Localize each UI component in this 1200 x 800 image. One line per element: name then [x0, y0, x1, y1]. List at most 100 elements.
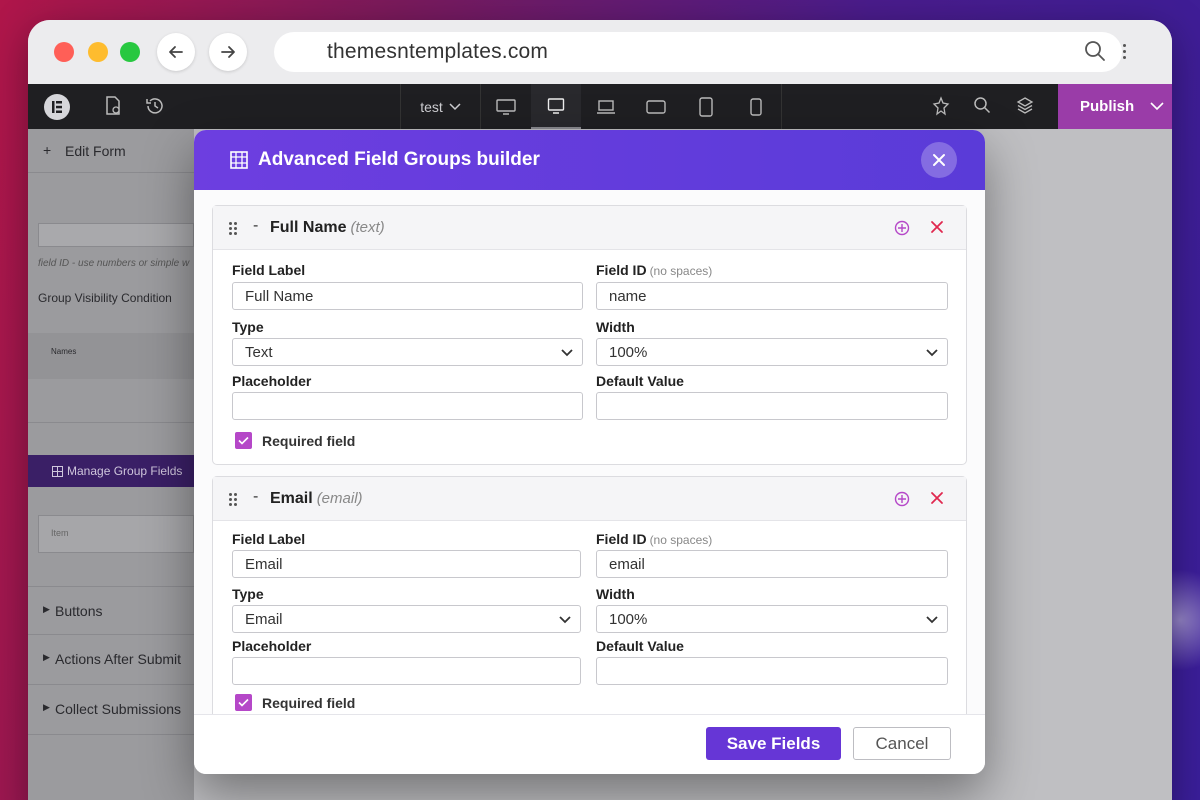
site-settings-icon[interactable]	[931, 96, 951, 121]
required-checkbox[interactable]	[235, 694, 252, 711]
drag-handle-icon[interactable]	[229, 493, 237, 506]
browser-menu-icon[interactable]	[1123, 44, 1127, 62]
width-select-value: 100%	[609, 610, 648, 628]
modal-body[interactable]: - Full Name (text) Field Label Full Name …	[194, 190, 985, 714]
default-value-input[interactable]	[596, 657, 948, 685]
required-checkbox[interactable]	[235, 432, 252, 449]
grid-icon	[52, 465, 63, 477]
section-label: Collect Submissions	[55, 701, 182, 717]
section-actions-after-submit[interactable]: ▶ Actions After Submit	[28, 635, 194, 685]
field-id-input[interactable]: name	[596, 282, 948, 310]
side-panel: + Edit Form field ID - use numbers or si…	[28, 129, 194, 800]
modal-header: Advanced Field Groups builder	[194, 130, 985, 190]
widescreen-icon	[496, 98, 516, 115]
side-panel-spacer	[28, 379, 194, 423]
tablet-icon	[699, 96, 713, 117]
device-desktop[interactable]	[531, 84, 581, 129]
section-label: Actions After Submit	[55, 651, 182, 667]
drag-handle-icon[interactable]	[229, 222, 237, 235]
duplicate-icon[interactable]	[894, 491, 910, 507]
field-card-header[interactable]: - Email (email)	[213, 477, 966, 521]
finder-search-icon[interactable]	[973, 96, 991, 119]
field-card-title: Full Name (text)	[270, 219, 385, 237]
placeholder-input[interactable]	[232, 657, 581, 685]
caret-right-icon: ▶	[43, 604, 50, 614]
page-dropdown-label: test	[420, 98, 443, 115]
modal-footer: Save Fields Cancel	[194, 714, 985, 774]
field-label-input[interactable]: Full Name	[232, 282, 583, 310]
structure-layers-icon[interactable]	[1016, 96, 1034, 119]
elementor-topbar: test Publish	[28, 84, 1172, 129]
device-laptop[interactable]	[581, 84, 631, 129]
required-label: Required field	[262, 433, 356, 449]
close-window-button[interactable]	[54, 42, 74, 62]
type-select[interactable]: Text	[232, 338, 583, 366]
field-id-caption-text: Field ID	[596, 531, 647, 547]
names-label: Names	[51, 347, 77, 356]
maximize-window-button[interactable]	[120, 42, 140, 62]
device-switcher	[480, 84, 782, 129]
placeholder-caption: Placeholder	[232, 638, 312, 654]
back-button[interactable]	[157, 33, 195, 71]
section-buttons[interactable]: ▶ Buttons	[28, 586, 194, 635]
device-widescreen[interactable]	[481, 84, 531, 129]
delete-icon[interactable]	[930, 220, 944, 234]
publish-label: Publish	[1080, 98, 1135, 115]
group-visibility-label: Group Visibility Condition	[38, 291, 172, 305]
device-mobile[interactable]	[731, 84, 781, 129]
history-icon[interactable]	[145, 96, 165, 121]
page-dropdown[interactable]: test	[400, 84, 480, 129]
section-label: Buttons	[55, 603, 103, 619]
field-id-hint: field ID - use numbers or simple w	[38, 258, 190, 269]
type-caption: Type	[232, 586, 264, 602]
item-select[interactable]: Item	[38, 515, 194, 553]
type-select-value: Email	[245, 610, 283, 628]
field-type-tag: (text)	[350, 219, 385, 236]
elementor-logo-icon[interactable]	[44, 94, 70, 125]
type-caption: Type	[232, 319, 264, 335]
address-bar[interactable]: themesntemplates.com	[274, 32, 1122, 72]
field-card: - Email (email) Field Label Email Field I…	[212, 476, 967, 714]
width-select[interactable]: 100%	[596, 338, 948, 366]
edit-form-row[interactable]: + Edit Form	[28, 129, 194, 173]
field-label-input[interactable]: Email	[232, 550, 581, 578]
field-label-caption: Field Label	[232, 531, 306, 547]
field-name: Full Name	[270, 219, 347, 236]
type-select[interactable]: Email	[232, 605, 581, 633]
delete-icon[interactable]	[930, 491, 944, 505]
device-tablet-landscape[interactable]	[631, 84, 681, 129]
names-row[interactable]: Names	[28, 333, 194, 379]
field-id-input[interactable]: email	[596, 550, 948, 578]
width-select[interactable]: 100%	[596, 605, 948, 633]
search-icon[interactable]	[1084, 40, 1106, 62]
minimize-window-button[interactable]	[88, 42, 108, 62]
chevron-down-icon	[449, 102, 461, 110]
manage-group-fields-button[interactable]: Manage Group Fields	[28, 455, 194, 487]
field-id-caption: Field ID (no spaces)	[596, 262, 712, 278]
chevron-down-icon[interactable]	[1150, 102, 1164, 111]
section-collect-submissions[interactable]: ▶ Collect Submissions	[28, 685, 194, 735]
laptop-icon	[597, 99, 615, 114]
field-card-header[interactable]: - Full Name (text)	[213, 206, 966, 250]
modal-close-button[interactable]	[921, 142, 957, 178]
device-tablet[interactable]	[681, 84, 731, 129]
field-id-hint: (no spaces)	[649, 264, 713, 278]
browser-titlebar: themesntemplates.com	[28, 20, 1172, 84]
chevron-down-icon	[926, 349, 938, 357]
arrow-left-icon	[169, 46, 183, 58]
mobile-icon	[750, 97, 762, 116]
cancel-button[interactable]: Cancel	[853, 727, 951, 760]
publish-button[interactable]: Publish	[1058, 84, 1172, 129]
collapse-toggle[interactable]: -	[253, 488, 258, 506]
forward-button[interactable]	[209, 33, 247, 71]
field-id-input[interactable]	[38, 223, 194, 247]
duplicate-icon[interactable]	[894, 220, 910, 236]
field-type-tag: (email)	[316, 490, 363, 507]
placeholder-input[interactable]	[232, 392, 583, 420]
field-groups-modal: Advanced Field Groups builder - Full Nam…	[194, 130, 985, 774]
save-fields-button[interactable]: Save Fields	[706, 727, 841, 760]
collapse-toggle[interactable]: -	[253, 217, 258, 235]
default-value-input[interactable]	[596, 392, 948, 420]
page-settings-icon[interactable]	[104, 96, 122, 121]
plus-icon: +	[43, 142, 52, 158]
